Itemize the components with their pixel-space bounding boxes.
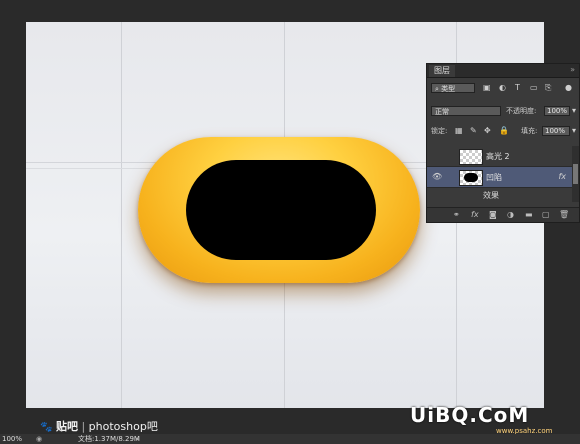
lock-label: 锁定: xyxy=(431,127,448,135)
adjustment-layer-icon[interactable]: ◑ xyxy=(507,210,514,219)
status-bar: 100% ◉ 文档:1.37M/8.29M ▸ xyxy=(0,434,580,444)
link-layers-icon[interactable]: ⚭ xyxy=(453,210,460,219)
layer-name: 凹陷 xyxy=(486,173,502,182)
baidu-paw-icon: 🐾 xyxy=(40,422,53,433)
opacity-field[interactable]: 100% xyxy=(544,106,570,116)
add-style-icon[interactable]: fx xyxy=(471,210,479,219)
fx-icon[interactable]: fx xyxy=(558,172,566,181)
layer-name: 高光 2 xyxy=(486,152,510,161)
fill-label: 填充: xyxy=(521,127,538,135)
blend-mode-value: 正常 xyxy=(435,108,449,116)
new-group-icon[interactable]: ▬ xyxy=(525,210,533,219)
baidu-forum: photoshop吧 xyxy=(88,420,158,433)
lock-row: 锁定: ▦ ✎ ✥ 🔒 填充: 100% ▾ xyxy=(427,124,579,138)
tile-seam xyxy=(121,22,122,408)
filter-row: ⌕ 类型 ▣ ◐ T ▭ ⎘ ● xyxy=(427,81,579,95)
filter-toggle-icon[interactable]: ● xyxy=(565,83,572,93)
opacity-label: 不透明度: xyxy=(506,107,537,115)
layers-panel-tabbar: 图层 » xyxy=(427,64,579,78)
filter-type-select[interactable]: ⌕ 类型 xyxy=(431,83,475,93)
lock-transparent-icon[interactable]: ▦ xyxy=(455,126,463,136)
filter-shape-icon[interactable]: ▭ xyxy=(530,83,538,93)
status-arrow-icon[interactable]: ▸ xyxy=(136,434,140,444)
baidu-separator: | xyxy=(81,420,86,433)
filter-type-value: 类型 xyxy=(441,85,456,93)
add-mask-icon[interactable]: ◙ xyxy=(489,210,497,219)
baidu-watermark: 🐾 贴吧 | photoshop吧 xyxy=(40,418,158,434)
chevron-down-icon[interactable]: ▾ xyxy=(572,106,576,116)
search-icon: ⌕ xyxy=(435,85,439,93)
blend-row: 正常 不透明度: 100% ▾ xyxy=(427,105,579,119)
effects-label: 效果 xyxy=(483,191,499,200)
filter-smart-object-icon[interactable]: ⎘ xyxy=(545,83,551,93)
layers-scrollbar[interactable] xyxy=(572,146,579,202)
lock-all-icon[interactable]: 🔒 xyxy=(499,126,509,136)
filter-type-icon[interactable]: T xyxy=(515,83,520,93)
baidu-brand: 贴吧 xyxy=(55,420,78,433)
layer-thumbnail xyxy=(459,149,483,165)
layers-panel-footer: ⚭ fx ◙ ◑ ▬ ▢ 🗑 xyxy=(427,207,579,222)
effects-row[interactable]: 效果 xyxy=(427,188,572,201)
filter-pixel-icon[interactable]: ▣ xyxy=(483,83,491,93)
layers-panel: 图层 » ⌕ 类型 ▣ ◐ T ▭ ⎘ ● 正常 不透明度: 100% ▾ 锁定… xyxy=(426,63,580,223)
scrollbar-thumb[interactable] xyxy=(573,164,578,184)
filter-adjustment-icon[interactable]: ◐ xyxy=(499,83,506,93)
layer-row-depression[interactable]: 👁 凹陷 fx xyxy=(427,167,572,188)
trash-icon[interactable]: 🗑 xyxy=(559,210,569,219)
chevron-down-icon[interactable]: ▾ xyxy=(572,126,576,136)
layer-thumbnail xyxy=(459,170,483,186)
layer-row-highlight-2[interactable]: 高光 2 xyxy=(427,146,572,167)
blend-mode-select[interactable]: 正常 xyxy=(431,106,501,116)
lock-position-icon[interactable]: ✥ xyxy=(484,126,491,136)
new-layer-icon[interactable]: ▢ xyxy=(542,210,550,219)
status-menu-icon[interactable]: ◉ xyxy=(36,434,42,444)
doc-info: 文档:1.37M/8.29M xyxy=(78,435,140,443)
tab-layers[interactable]: 图层 xyxy=(429,65,455,77)
lock-image-icon[interactable]: ✎ xyxy=(470,126,477,136)
uibq-watermark: UiBQ.CoM xyxy=(410,403,530,427)
panel-menu-icon[interactable]: » xyxy=(570,65,575,74)
zoom-level[interactable]: 100% xyxy=(2,434,22,444)
black-hole-shape xyxy=(186,160,376,260)
eye-icon[interactable]: 👁 xyxy=(432,172,442,181)
fill-field[interactable]: 100% xyxy=(542,126,570,136)
